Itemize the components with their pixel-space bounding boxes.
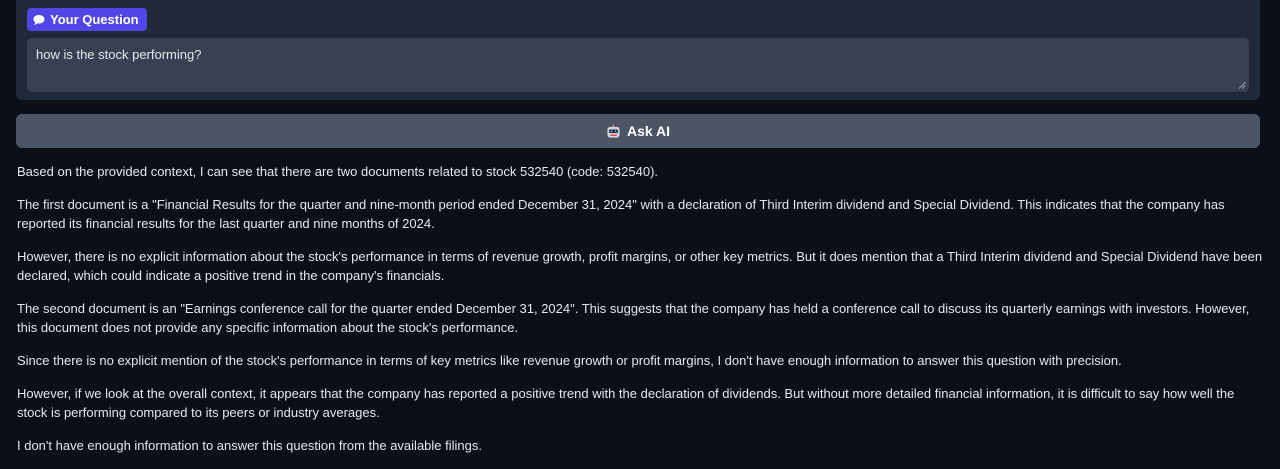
answer-paragraph: Since there is no explicit mention of th… — [17, 353, 1122, 368]
answer-paragraph: However, if we look at the overall conte… — [17, 386, 1235, 420]
answer-paragraph: The second document is an "Earnings conf… — [17, 301, 1250, 335]
answer-paragraph: The first document is a "Financial Resul… — [17, 197, 1225, 231]
answer-output: Based on the provided context, I can see… — [17, 162, 1265, 469]
resize-handle-icon[interactable] — [1238, 81, 1246, 89]
answer-paragraph: Based on the provided context, I can see… — [17, 164, 659, 179]
answer-paragraph: I don't have enough information to answe… — [17, 438, 482, 453]
chat-bubble-icon — [33, 14, 45, 25]
answer-paragraph: However, there is no explicit informatio… — [17, 249, 1263, 283]
your-question-badge: Your Question — [27, 8, 147, 31]
robot-icon — [607, 123, 620, 138]
question-textarea[interactable]: how is the stock performing? — [27, 38, 1249, 92]
ask-ai-button[interactable]: Ask AI — [16, 114, 1260, 148]
question-panel: Your Question how is the stock performin… — [16, 0, 1260, 100]
question-text: how is the stock performing? — [36, 47, 202, 62]
your-question-label: Your Question — [50, 12, 139, 27]
ask-ai-label: Ask AI — [626, 123, 671, 139]
